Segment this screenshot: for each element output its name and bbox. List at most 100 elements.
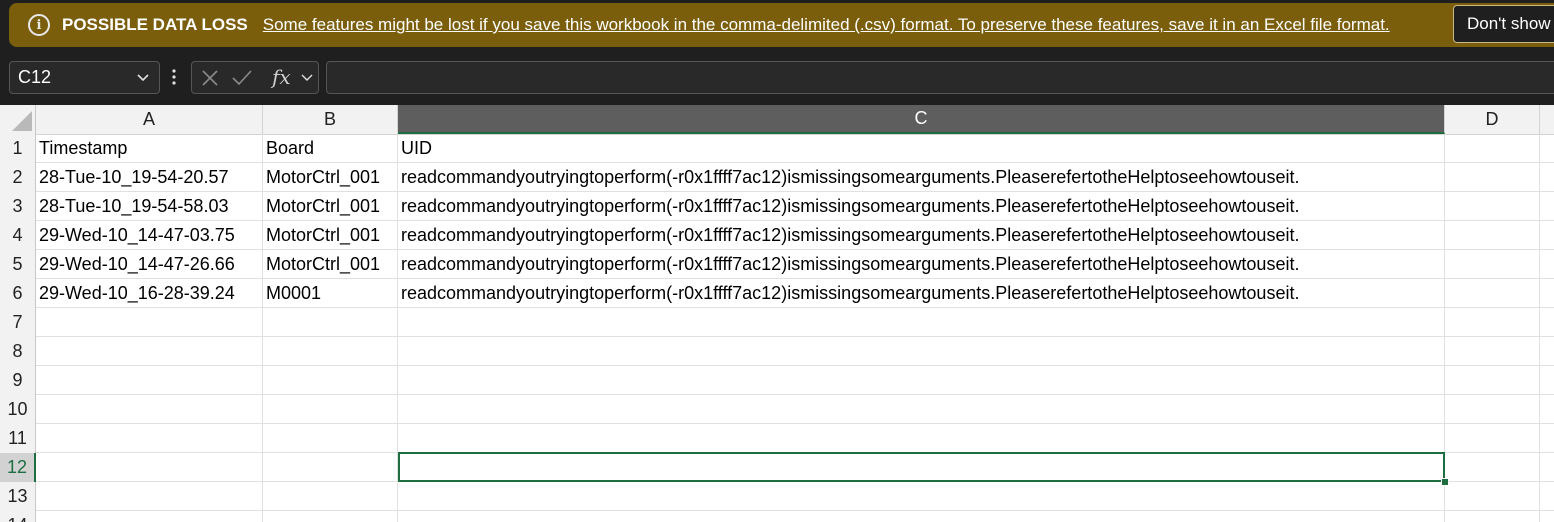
formula-input[interactable] bbox=[326, 61, 1554, 94]
column-header-d[interactable]: D bbox=[1445, 105, 1540, 134]
row-header[interactable]: 5 bbox=[0, 250, 36, 279]
row-header[interactable]: 1 bbox=[0, 134, 36, 163]
row-header[interactable]: 8 bbox=[0, 337, 36, 366]
cell[interactable] bbox=[263, 511, 398, 522]
cell[interactable] bbox=[398, 337, 1445, 366]
cell[interactable]: readcommandyoutryingtoperform(-r0x1ffff7… bbox=[398, 221, 1445, 250]
cell[interactable]: MotorCtrl_001 bbox=[263, 221, 398, 250]
row-header[interactable]: 6 bbox=[0, 279, 36, 308]
cell[interactable]: readcommandyoutryingtoperform(-r0x1ffff7… bbox=[398, 250, 1445, 279]
cell[interactable] bbox=[36, 395, 263, 424]
cell[interactable] bbox=[263, 366, 398, 395]
cell[interactable] bbox=[36, 337, 263, 366]
cell[interactable] bbox=[398, 395, 1445, 424]
cell[interactable]: M0001 bbox=[263, 279, 398, 308]
formula-buttons: fx bbox=[191, 61, 319, 94]
dont-show-again-button[interactable]: Don't show again bbox=[1453, 5, 1554, 43]
cell[interactable] bbox=[1445, 453, 1540, 482]
cell[interactable]: Timestamp bbox=[36, 134, 263, 163]
table-row: 11 bbox=[0, 424, 1554, 453]
info-icon: i bbox=[28, 14, 50, 36]
notification-bar: i POSSIBLE DATA LOSS Some features might… bbox=[0, 0, 1554, 54]
cell[interactable]: 29-Wed-10_16-28-39.24 bbox=[36, 279, 263, 308]
fill-handle[interactable] bbox=[1441, 478, 1449, 486]
cell[interactable]: MotorCtrl_001 bbox=[263, 163, 398, 192]
cell[interactable] bbox=[1445, 279, 1540, 308]
cell[interactable]: 29-Wed-10_14-47-03.75 bbox=[36, 221, 263, 250]
cell[interactable] bbox=[398, 366, 1445, 395]
cell[interactable]: 28-Tue-10_19-54-20.57 bbox=[36, 163, 263, 192]
column-header-b[interactable]: B bbox=[263, 105, 398, 134]
row-header[interactable]: 2 bbox=[0, 163, 36, 192]
table-row: 3 28-Tue-10_19-54-58.03 MotorCtrl_001 readc… bbox=[0, 192, 1554, 221]
cell[interactable]: MotorCtrl_001 bbox=[263, 192, 398, 221]
cell[interactable] bbox=[36, 453, 263, 482]
cell[interactable] bbox=[1445, 134, 1540, 163]
cell[interactable] bbox=[36, 366, 263, 395]
row-header[interactable]: 4 bbox=[0, 221, 36, 250]
name-box[interactable]: C12 bbox=[9, 61, 160, 94]
insert-function-button[interactable]: fx bbox=[272, 65, 291, 89]
row-header[interactable]: 13 bbox=[0, 482, 36, 511]
cell[interactable]: 28-Tue-10_19-54-58.03 bbox=[36, 192, 263, 221]
table-row: 4 29-Wed-10_14-47-03.75 MotorCtrl_001 readc… bbox=[0, 221, 1554, 250]
cell[interactable]: readcommandyoutryingtoperform(-r0x1ffff7… bbox=[398, 192, 1445, 221]
table-row: 5 29-Wed-10_14-47-26.66 MotorCtrl_001 readc… bbox=[0, 250, 1554, 279]
cell[interactable] bbox=[1445, 192, 1540, 221]
cell[interactable] bbox=[398, 511, 1445, 522]
active-cell-c12[interactable] bbox=[398, 452, 1445, 482]
cell[interactable] bbox=[263, 395, 398, 424]
cell[interactable]: UID bbox=[398, 134, 1445, 163]
select-all-triangle-icon bbox=[12, 111, 32, 131]
table-row: 2 28-Tue-10_19-54-20.57 MotorCtrl_001 readc… bbox=[0, 163, 1554, 192]
chevron-down-icon[interactable] bbox=[301, 73, 313, 83]
cell[interactable] bbox=[36, 511, 263, 522]
row-header[interactable]: 10 bbox=[0, 395, 36, 424]
table-row: 6 29-Wed-10_16-28-39.24 M0001 readcommandyo… bbox=[0, 279, 1554, 308]
select-all-button[interactable] bbox=[0, 105, 36, 134]
cancel-icon[interactable] bbox=[201, 69, 219, 87]
table-row: 14 bbox=[0, 511, 1554, 522]
cell[interactable] bbox=[263, 482, 398, 511]
cell[interactable]: readcommandyoutryingtoperform(-r0x1ffff7… bbox=[398, 163, 1445, 192]
cell[interactable] bbox=[263, 337, 398, 366]
row-header[interactable]: 9 bbox=[0, 366, 36, 395]
table-row: 9 bbox=[0, 366, 1554, 395]
column-header-c[interactable]: C bbox=[398, 105, 1445, 134]
cell[interactable] bbox=[1445, 366, 1540, 395]
cell[interactable]: MotorCtrl_001 bbox=[263, 250, 398, 279]
cell[interactable] bbox=[1445, 221, 1540, 250]
cell[interactable] bbox=[1445, 424, 1540, 453]
cell[interactable] bbox=[1445, 308, 1540, 337]
chevron-down-icon[interactable] bbox=[135, 69, 151, 85]
worksheet-grid[interactable]: A B C D 1 Timestamp Board UID 2 28-Tue-10_19-… bbox=[0, 105, 1554, 522]
cell[interactable] bbox=[398, 424, 1445, 453]
cell[interactable] bbox=[1445, 250, 1540, 279]
banner-message-link[interactable]: Some features might be lost if you save … bbox=[263, 15, 1390, 35]
cell[interactable] bbox=[1445, 482, 1540, 511]
cell[interactable] bbox=[36, 308, 263, 337]
cell[interactable] bbox=[36, 424, 263, 453]
cell[interactable] bbox=[1445, 511, 1540, 522]
formula-bar: C12 fx bbox=[0, 54, 1554, 100]
cell[interactable] bbox=[263, 424, 398, 453]
cell[interactable] bbox=[1445, 395, 1540, 424]
column-header-a[interactable]: A bbox=[36, 105, 263, 134]
row-header[interactable]: 14 bbox=[0, 511, 36, 522]
cell[interactable]: readcommandyoutryingtoperform(-r0x1ffff7… bbox=[398, 279, 1445, 308]
row-header[interactable]: 11 bbox=[0, 424, 36, 453]
cell[interactable] bbox=[398, 482, 1445, 511]
cell[interactable] bbox=[1445, 337, 1540, 366]
cell[interactable] bbox=[398, 308, 1445, 337]
cell[interactable] bbox=[263, 308, 398, 337]
cell[interactable]: 29-Wed-10_14-47-26.66 bbox=[36, 250, 263, 279]
cell[interactable]: Board bbox=[263, 134, 398, 163]
row-header[interactable]: 12 bbox=[0, 453, 36, 482]
row-header[interactable]: 7 bbox=[0, 308, 36, 337]
enter-check-icon[interactable] bbox=[232, 69, 252, 87]
more-options-icon[interactable] bbox=[172, 68, 176, 86]
cell[interactable] bbox=[1445, 163, 1540, 192]
cell[interactable] bbox=[263, 453, 398, 482]
row-header[interactable]: 3 bbox=[0, 192, 36, 221]
cell[interactable] bbox=[36, 482, 263, 511]
